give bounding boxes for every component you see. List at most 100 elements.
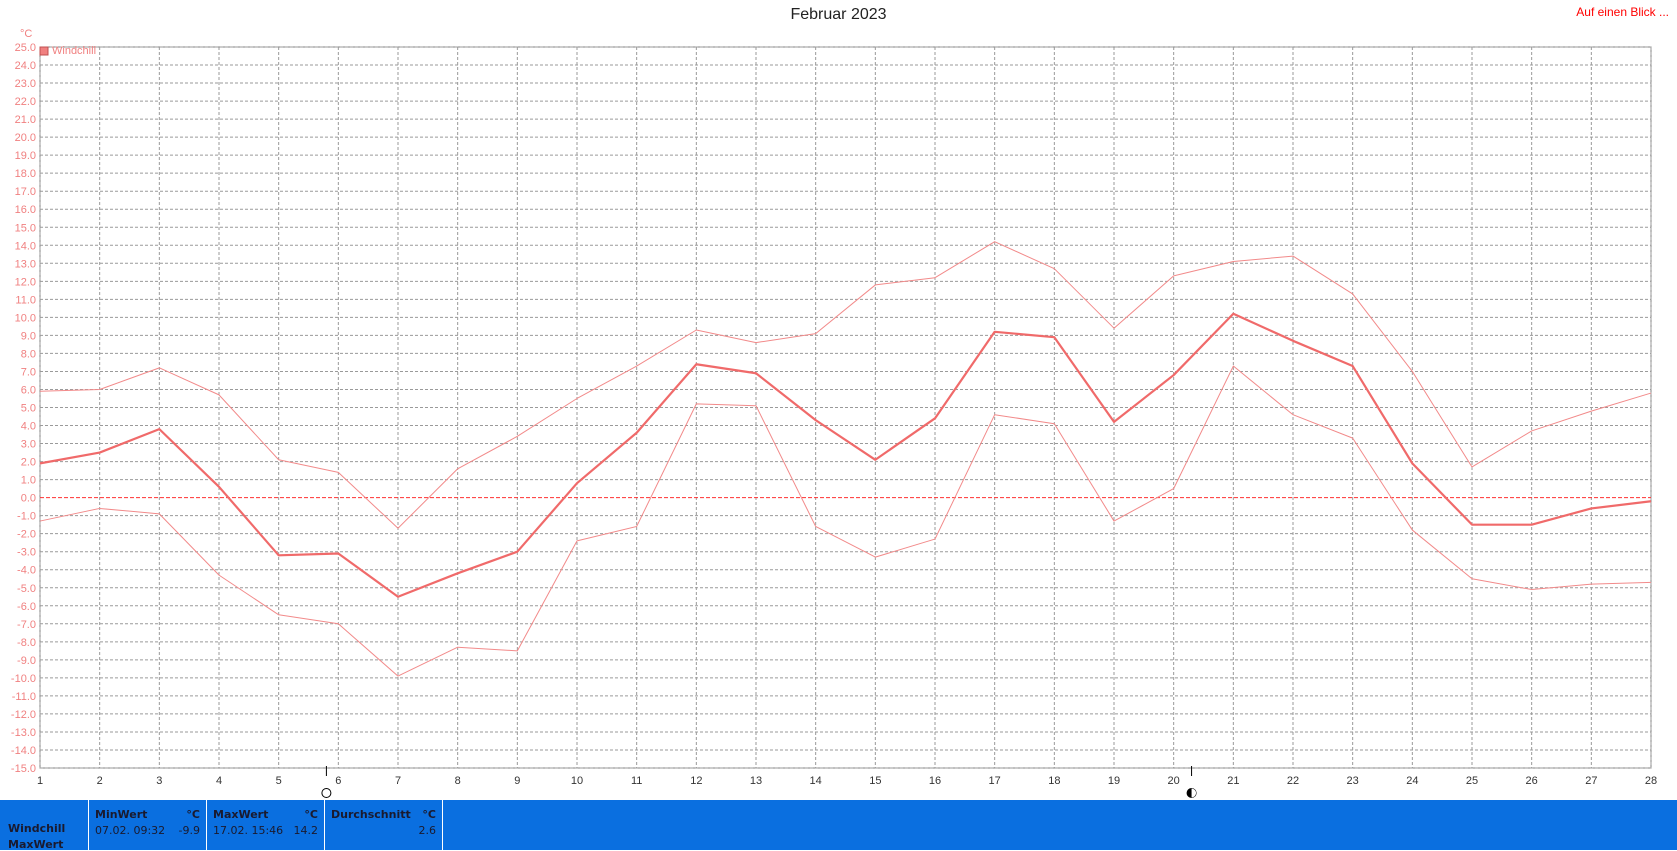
series-line-max — [39, 241, 1652, 529]
y-tick-label: 17.0 — [15, 186, 36, 198]
y-tick-label: -4.0 — [17, 565, 36, 577]
x-tick-label: 14 — [810, 775, 822, 787]
y-tick-label: -10.0 — [11, 673, 36, 685]
stats-bar: Windchill MaxWert MinWert °C 07.02. 09:3… — [0, 800, 1677, 851]
x-tick-label: 15 — [869, 775, 881, 787]
y-tick-label: 7.0 — [21, 366, 36, 378]
y-tick-label: 16.0 — [15, 204, 36, 216]
chart-title: Februar 2023 — [790, 6, 887, 23]
y-tick-label: 8.0 — [21, 348, 36, 360]
x-tick-label: 18 — [1048, 775, 1060, 787]
series-line-min — [39, 365, 1652, 677]
y-tick-label: 10.0 — [15, 312, 36, 324]
y-tick-label: 19.0 — [15, 150, 36, 162]
y-axis-unit: °C — [20, 28, 32, 40]
x-tick-label: 26 — [1526, 775, 1538, 787]
x-tick-label: 16 — [929, 775, 941, 787]
y-tick-label: -12.0 — [11, 709, 36, 721]
y-tick-label: -13.0 — [11, 727, 36, 739]
y-axis-ticks: 25.0 24.0 23.0 22.0 21.0 20.0 19.0 18.0 17.0 16.0… — [11, 42, 36, 775]
x-tick-label: 11 — [631, 775, 642, 787]
x-tick-label: 9 — [514, 775, 520, 787]
x-tick-label: 13 — [750, 775, 762, 787]
y-tick-label: -9.0 — [17, 655, 36, 667]
y-tick-label: 11.0 — [15, 294, 36, 306]
avg-stat-box: Durchschnitt °C 2.6 — [324, 800, 443, 850]
x-tick-label: 17 — [989, 775, 1001, 787]
y-tick-label: 6.0 — [21, 384, 36, 396]
x-axis-ticks: 1 2 3 4 5 6 7 8 9 10 11 12 13 14 15 16 17 18 19 20 21 22 23 24 2… — [37, 775, 1657, 787]
x-tick-label: 3 — [156, 775, 162, 787]
legend-swatch — [39, 46, 49, 56]
y-tick-label: -5.0 — [17, 583, 36, 595]
y-tick-label: -7.0 — [17, 619, 36, 631]
y-tick-label: -15.0 — [11, 763, 36, 775]
x-tick-label: 4 — [216, 775, 222, 787]
y-tick-label: 3.0 — [21, 439, 36, 451]
max-value: 14.2 — [293, 824, 319, 837]
avg-header: Durchschnitt — [331, 808, 411, 821]
full-moon-icon — [321, 788, 332, 798]
stats-row-label: Windchill — [8, 822, 66, 835]
chart: 25.024.023.022.021.020.019.018.017.016.0… — [11, 28, 1657, 798]
x-tick-label: 7 — [395, 775, 401, 787]
max-stat-box: MaxWert °C 17.02. 15:46 14.2 — [206, 800, 324, 850]
y-tick-label: 0.0 — [21, 493, 36, 505]
y-tick-label: -11.0 — [12, 691, 36, 703]
x-tick-label: 6 — [335, 775, 341, 787]
y-tick-label: 9.0 — [21, 330, 36, 342]
x-tick-label: 8 — [455, 775, 461, 787]
y-tick-label: -1.0 — [17, 511, 36, 523]
x-tick-label: 10 — [571, 775, 583, 787]
x-tick-label: 24 — [1406, 775, 1418, 787]
stats-row-label-2: MaxWert — [8, 838, 64, 851]
x-tick-label: 23 — [1347, 775, 1359, 787]
y-tick-label: -3.0 — [17, 547, 36, 559]
grid — [39, 46, 1652, 769]
y-tick-label: 18.0 — [15, 168, 36, 180]
y-tick-label: -14.0 — [11, 745, 36, 757]
avg-unit: °C — [422, 808, 436, 821]
legend-label: Windchill — [52, 45, 96, 57]
x-tick-label: 21 — [1227, 775, 1239, 787]
y-tick-label: 4.0 — [21, 421, 36, 433]
min-header: MinWert — [95, 808, 148, 821]
x-tick-label: 19 — [1108, 775, 1120, 787]
max-unit: °C — [304, 808, 318, 821]
y-tick-label: 22.0 — [15, 96, 36, 108]
y-tick-label: 15.0 — [15, 222, 36, 234]
y-tick-label: -6.0 — [17, 601, 36, 613]
min-stat-box: MinWert °C 07.02. 09:32 -9.9 — [88, 800, 206, 850]
y-tick-label: 2.0 — [21, 457, 36, 469]
min-date: 07.02. 09:32 — [95, 824, 166, 837]
y-tick-label: 25.0 — [15, 42, 36, 54]
x-tick-label: 22 — [1287, 775, 1299, 787]
x-tick-label: 2 — [97, 775, 103, 787]
y-tick-label: 5.0 — [21, 403, 36, 415]
y-tick-label: 12.0 — [15, 276, 36, 288]
min-value: -9.9 — [178, 824, 200, 837]
y-tick-label: 1.0 — [21, 475, 36, 487]
series-line-avg — [39, 312, 1652, 598]
y-tick-label: 13.0 — [15, 258, 36, 270]
x-tick-label: 25 — [1466, 775, 1478, 787]
y-tick-label: -2.0 — [17, 529, 36, 541]
x-tick-label: 5 — [276, 775, 282, 787]
avg-value: 2.6 — [418, 824, 437, 837]
min-unit: °C — [186, 808, 200, 821]
x-tick-label: 20 — [1168, 775, 1180, 787]
x-tick-label: 12 — [690, 775, 702, 787]
y-tick-label: -8.0 — [17, 637, 36, 649]
max-date: 17.02. 15:46 — [213, 824, 284, 837]
series-lines — [39, 241, 1652, 677]
y-tick-label: 14.0 — [15, 240, 36, 252]
y-tick-label: 24.0 — [15, 60, 36, 72]
y-tick-label: 23.0 — [15, 78, 36, 90]
overview-link[interactable]: Auf einen Blick ... — [1576, 5, 1669, 19]
x-tick-label: 1 — [37, 775, 43, 787]
x-tick-label: 27 — [1585, 775, 1597, 787]
y-tick-label: 20.0 — [15, 132, 36, 144]
x-tick-label: 28 — [1645, 775, 1657, 787]
max-header: MaxWert — [213, 808, 269, 821]
y-tick-label: 21.0 — [15, 114, 36, 126]
